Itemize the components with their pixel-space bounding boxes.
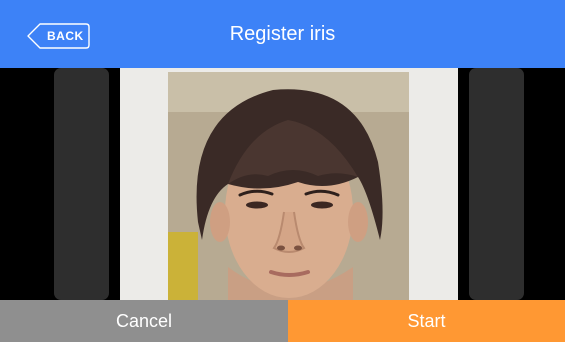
- back-button[interactable]: BACK: [27, 23, 90, 49]
- camera-feed: [120, 68, 458, 300]
- back-label: BACK: [47, 29, 84, 43]
- action-bar: Cancel Start: [0, 300, 565, 342]
- cancel-button[interactable]: Cancel: [0, 300, 288, 342]
- face-image: [168, 72, 409, 300]
- camera-preview: [0, 68, 565, 300]
- start-button[interactable]: Start: [288, 300, 565, 342]
- left-eye-guide: [54, 68, 109, 300]
- title-bar: Register iris BACK: [0, 0, 565, 68]
- right-eye-guide: [469, 68, 524, 300]
- face-illustration: [168, 72, 409, 300]
